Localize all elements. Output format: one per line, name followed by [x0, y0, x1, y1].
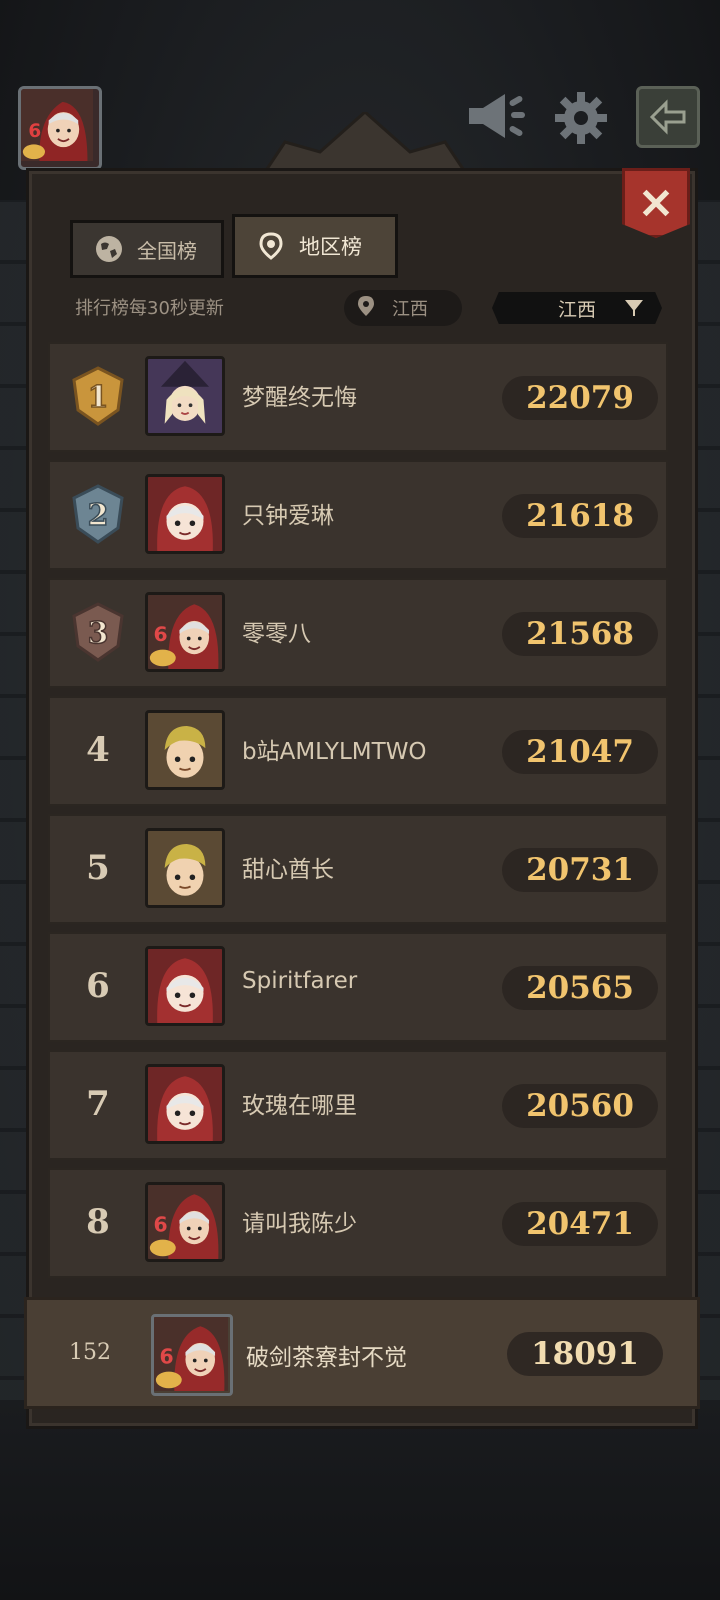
ranking-row[interactable]: 2 只钟爱琳 21618: [48, 460, 668, 570]
svg-text:1: 1: [88, 380, 109, 415]
player-score: 20565: [502, 966, 658, 1010]
back-button[interactable]: [636, 86, 700, 148]
player-name: 甜心酋长: [242, 857, 334, 883]
player-name: 梦醒终无悔: [242, 385, 357, 411]
location-pin-icon: [358, 295, 374, 321]
player-avatar-icon[interactable]: 6: [145, 592, 225, 672]
hood-girl-portrait: 6: [21, 89, 93, 161]
rank-medal-icon: 2: [70, 484, 126, 544]
settings-button[interactable]: [555, 92, 607, 144]
region-dropdown[interactable]: 江西: [492, 292, 662, 324]
tab-region[interactable]: 地区榜: [232, 214, 398, 278]
player-name: 玫瑰在哪里: [242, 1093, 357, 1119]
player-name: 零零八: [242, 621, 311, 647]
player-name: b站AMLYLMTWO: [242, 739, 427, 765]
player-avatar-icon[interactable]: [145, 710, 225, 790]
my-name: 破剑茶寮封不觉: [246, 1345, 407, 1371]
my-rank: 152: [69, 1340, 111, 1365]
tab-national-label: 全国榜: [137, 238, 197, 263]
player-name: Spiritfarer: [242, 968, 358, 994]
player-avatar[interactable]: 6: [18, 86, 102, 170]
ranking-row[interactable]: 7 玫瑰在哪里 20560: [48, 1050, 668, 1160]
filter-dropdown-icon: [624, 298, 644, 323]
rank-number: 5: [86, 848, 110, 888]
ranking-row[interactable]: 3 6 零零八 21568: [48, 578, 668, 688]
player-score: 21047: [502, 730, 658, 774]
player-score: 21618: [502, 494, 658, 538]
floor: [0, 1400, 720, 1600]
avatar-level-badge: 6: [28, 121, 41, 142]
player-avatar-icon[interactable]: [145, 356, 225, 436]
tab-region-label: 地区榜: [299, 235, 362, 259]
svg-text:2: 2: [88, 498, 109, 533]
rank-medal-icon: 3: [70, 602, 126, 662]
player-avatar-icon[interactable]: [145, 828, 225, 908]
announcement-button[interactable]: [465, 90, 529, 142]
svg-text:6: 6: [154, 622, 168, 646]
gear-icon: [555, 92, 607, 144]
svg-text:3: 3: [88, 616, 109, 651]
crown-ornament: [265, 112, 465, 172]
my-rank-bar: 152 6 破剑茶寮封不觉 18091: [24, 1297, 700, 1409]
region-select-value: 江西: [557, 298, 596, 321]
close-button[interactable]: [622, 168, 690, 238]
ranking-row[interactable]: 4 b站AMLYLMTWO 21047: [48, 696, 668, 806]
player-avatar-icon[interactable]: [145, 946, 225, 1026]
rank-number: 4: [86, 730, 110, 770]
player-score: 22079: [502, 376, 658, 420]
tab-national[interactable]: 全国榜: [70, 220, 224, 278]
svg-text:6: 6: [154, 1212, 168, 1236]
ranking-row[interactable]: 6 Spiritfarer 20565: [48, 932, 668, 1042]
update-note: 排行榜每30秒更新: [75, 298, 224, 319]
close-icon: [642, 189, 670, 217]
player-score: 20560: [502, 1084, 658, 1128]
ranking-row[interactable]: 1 梦醒终无悔 22079: [48, 342, 668, 452]
back-arrow-icon: [649, 99, 686, 135]
ranking-row[interactable]: 8 6 请叫我陈少 20471: [48, 1168, 668, 1278]
globe-icon: [95, 235, 123, 263]
player-name: 只钟爱琳: [242, 503, 334, 529]
my-score: 18091: [507, 1332, 663, 1376]
player-name: 请叫我陈少: [242, 1211, 357, 1237]
rank-number: 8: [86, 1202, 110, 1242]
player-avatar-icon[interactable]: [145, 474, 225, 554]
location-text: 江西: [392, 299, 428, 320]
rank-number: 7: [86, 1084, 110, 1124]
ranking-list[interactable]: 1 梦醒终无悔 22079 2 只钟爱琳 21618 3 6 零零八 21568 4 b站AMLYLM…: [48, 342, 672, 1294]
rank-number: 6: [86, 966, 110, 1006]
player-avatar-icon[interactable]: 6: [145, 1182, 225, 1262]
player-avatar-icon[interactable]: [145, 1064, 225, 1144]
megaphone-icon: [469, 94, 525, 138]
ranking-row[interactable]: 5 甜心酋长 20731: [48, 814, 668, 924]
location-icon: [257, 232, 285, 260]
player-score: 20731: [502, 848, 658, 892]
my-avatar: 6: [151, 1314, 233, 1396]
svg-text:6: 6: [160, 1344, 174, 1368]
player-score: 20471: [502, 1202, 658, 1246]
player-score: 21568: [502, 612, 658, 656]
rank-medal-icon: 1: [70, 366, 126, 426]
current-location: 江西: [344, 290, 462, 326]
